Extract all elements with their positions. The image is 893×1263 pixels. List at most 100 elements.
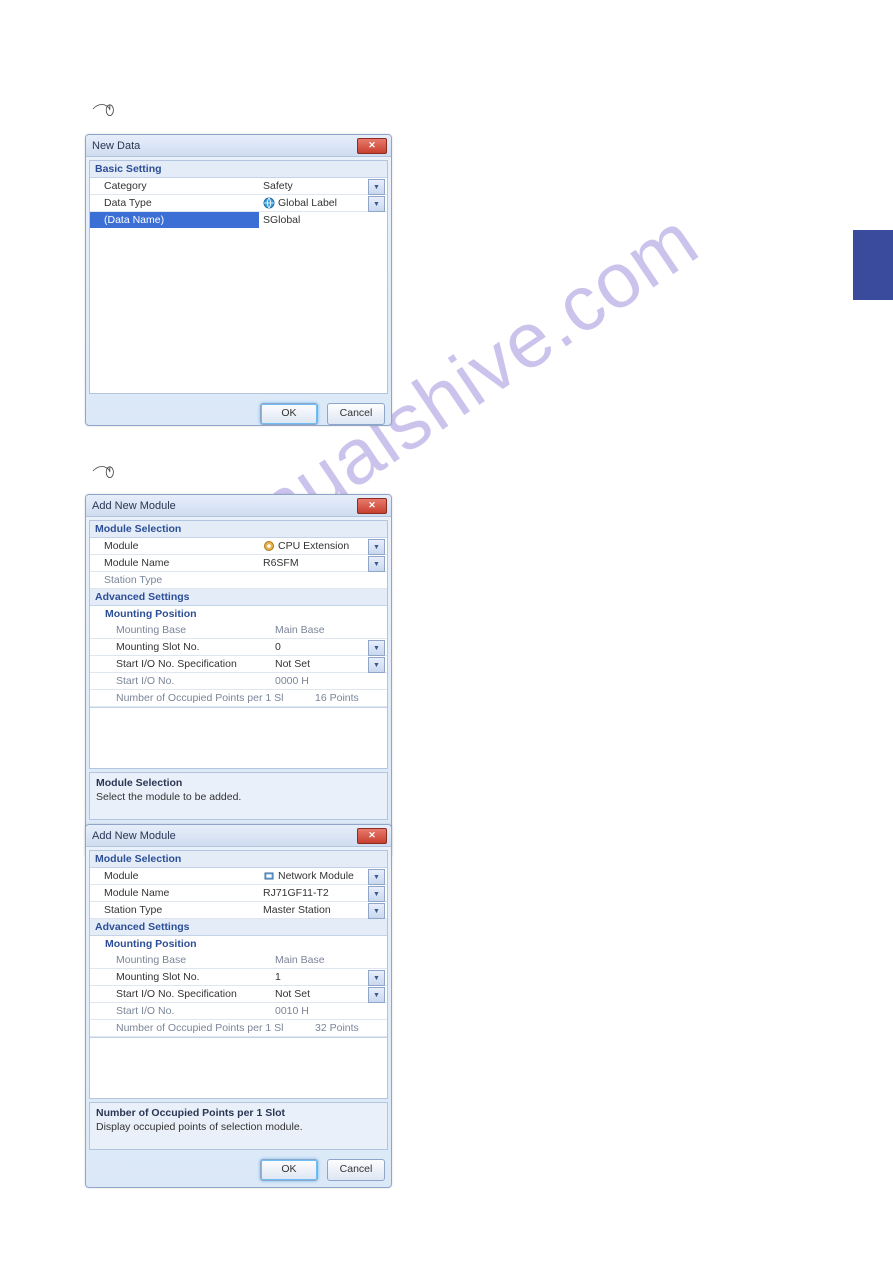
value-occupied-points: 16 Points — [311, 690, 387, 706]
description-title: Number of Occupied Points per 1 Slot — [96, 1107, 381, 1119]
row-module-name[interactable]: Module Name R6SFM▼ — [90, 555, 387, 572]
section-module-selection: Module Selection — [90, 851, 387, 868]
value-station-type[interactable]: Master Station▼ — [259, 902, 387, 918]
chevron-down-icon[interactable]: ▼ — [368, 987, 385, 1003]
row-data-type[interactable]: Data Type Global Label ▼ — [90, 195, 387, 212]
dialog-button-bar: OK Cancel — [86, 397, 391, 426]
chevron-down-icon[interactable]: ▼ — [368, 556, 385, 572]
value-mounting-base: Main Base — [271, 622, 387, 638]
subsection-mounting-position: Mounting Position — [90, 936, 387, 952]
value-start-io-no: 0010 H — [271, 1003, 387, 1019]
row-module[interactable]: Module Network Module ▼ — [90, 868, 387, 885]
value-station-type — [259, 572, 387, 588]
label-mounting-base: Mounting Base — [90, 952, 271, 968]
chevron-down-icon[interactable]: ▼ — [368, 869, 385, 885]
value-module-name[interactable]: RJ71GF11-T2▼ — [259, 885, 387, 901]
close-button[interactable]: ✕ — [357, 498, 387, 514]
value-module-name[interactable]: R6SFM▼ — [259, 555, 387, 571]
dialog-title: New Data — [92, 140, 140, 152]
ok-button[interactable]: OK — [260, 403, 318, 425]
new-data-dialog: New Data ✕ Basic Setting Category Safety… — [85, 134, 392, 426]
label-mounting-base: Mounting Base — [90, 622, 271, 638]
row-start-io-no: Start I/O No. 0010 H — [90, 1003, 387, 1020]
dialog-button-bar: OK Cancel — [86, 1153, 391, 1187]
row-module-name[interactable]: Module Name RJ71GF11-T2▼ — [90, 885, 387, 902]
close-button[interactable]: ✕ — [357, 828, 387, 844]
titlebar: New Data ✕ — [86, 135, 391, 157]
row-occupied-points: Number of Occupied Points per 1 Sl 16 Po… — [90, 690, 387, 707]
titlebar: Add New Module ✕ — [86, 495, 391, 517]
row-mounting-slot[interactable]: Mounting Slot No. 1▼ — [90, 969, 387, 986]
add-new-module-dialog-1: Add New Module ✕ Module Selection Module… — [85, 494, 392, 858]
ok-button[interactable]: OK — [260, 1159, 318, 1181]
row-station-type: Station Type — [90, 572, 387, 589]
label-mounting-slot: Mounting Slot No. — [90, 639, 271, 655]
label-module: Module — [90, 868, 259, 884]
value-module[interactable]: Network Module ▼ — [259, 868, 387, 884]
row-start-io-no: Start I/O No. 0000 H — [90, 673, 387, 690]
cancel-button[interactable]: Cancel — [327, 403, 385, 425]
label-data-name: (Data Name) — [90, 212, 259, 228]
blank-area — [90, 707, 387, 768]
chevron-down-icon[interactable]: ▼ — [368, 903, 385, 919]
value-occupied-points: 32 Points — [311, 1020, 387, 1036]
dialog-title: Add New Module — [92, 830, 176, 842]
property-grid: Basic Setting Category Safety ▼ Data Typ… — [89, 160, 388, 394]
value-module[interactable]: CPU Extension ▼ — [259, 538, 387, 554]
value-data-type[interactable]: Global Label ▼ — [259, 195, 387, 211]
row-occupied-points: Number of Occupied Points per 1 Sl 32 Po… — [90, 1020, 387, 1037]
label-station-type: Station Type — [90, 572, 259, 588]
label-start-io-no: Start I/O No. — [90, 1003, 271, 1019]
description-title: Module Selection — [96, 777, 381, 789]
row-io-specification[interactable]: Start I/O No. Specification Not Set▼ — [90, 986, 387, 1003]
page-side-tab — [853, 230, 893, 300]
row-module[interactable]: Module CPU Extension ▼ — [90, 538, 387, 555]
chevron-down-icon[interactable]: ▼ — [368, 886, 385, 902]
close-button[interactable]: ✕ — [357, 138, 387, 154]
description-panel: Module Selection Select the module to be… — [89, 772, 388, 820]
label-io-spec: Start I/O No. Specification — [90, 656, 271, 672]
gear-icon — [263, 870, 275, 882]
description-text: Display occupied points of selection mod… — [96, 1121, 381, 1133]
blank-area — [90, 1037, 387, 1098]
globe-icon — [263, 197, 275, 209]
label-module-name: Module Name — [90, 885, 259, 901]
row-station-type[interactable]: Station Type Master Station▼ — [90, 902, 387, 919]
chevron-down-icon[interactable]: ▼ — [368, 179, 385, 195]
chevron-down-icon[interactable]: ▼ — [368, 196, 385, 212]
row-category[interactable]: Category Safety ▼ — [90, 178, 387, 195]
label-occupied-points: Number of Occupied Points per 1 Sl — [90, 1020, 311, 1036]
row-mounting-slot[interactable]: Mounting Slot No. 0▼ — [90, 639, 387, 656]
label-io-spec: Start I/O No. Specification — [90, 986, 271, 1002]
value-category[interactable]: Safety ▼ — [259, 178, 387, 194]
value-io-spec[interactable]: Not Set▼ — [271, 656, 387, 672]
row-io-specification[interactable]: Start I/O No. Specification Not Set▼ — [90, 656, 387, 673]
label-mounting-slot: Mounting Slot No. — [90, 969, 271, 985]
label-station-type: Station Type — [90, 902, 259, 918]
label-category: Category — [90, 178, 259, 194]
dialog-title: Add New Module — [92, 500, 176, 512]
chevron-down-icon[interactable]: ▼ — [368, 970, 385, 986]
value-mounting-base: Main Base — [271, 952, 387, 968]
row-data-name[interactable]: (Data Name) SGlobal — [90, 212, 387, 228]
property-grid: Module Selection Module Network Module ▼… — [89, 850, 388, 1099]
value-data-name[interactable]: SGlobal — [259, 212, 387, 228]
section-basic-setting: Basic Setting — [90, 161, 387, 178]
chevron-down-icon[interactable]: ▼ — [368, 640, 385, 656]
chevron-down-icon[interactable]: ▼ — [368, 539, 385, 555]
value-io-spec[interactable]: Not Set▼ — [271, 986, 387, 1002]
value-start-io-no: 0000 H — [271, 673, 387, 689]
subsection-mounting-position: Mounting Position — [90, 606, 387, 622]
row-mounting-base: Mounting Base Main Base — [90, 622, 387, 639]
cancel-button[interactable]: Cancel — [327, 1159, 385, 1181]
chevron-down-icon[interactable]: ▼ — [368, 657, 385, 673]
value-mounting-slot[interactable]: 1▼ — [271, 969, 387, 985]
row-mounting-base: Mounting Base Main Base — [90, 952, 387, 969]
label-occupied-points: Number of Occupied Points per 1 Sl — [90, 690, 311, 706]
label-module-name: Module Name — [90, 555, 259, 571]
description-text: Select the module to be added. — [96, 791, 381, 803]
value-mounting-slot[interactable]: 0▼ — [271, 639, 387, 655]
gear-icon — [263, 540, 275, 552]
label-module: Module — [90, 538, 259, 554]
add-new-module-dialog-2: Add New Module ✕ Module Selection Module… — [85, 824, 392, 1188]
